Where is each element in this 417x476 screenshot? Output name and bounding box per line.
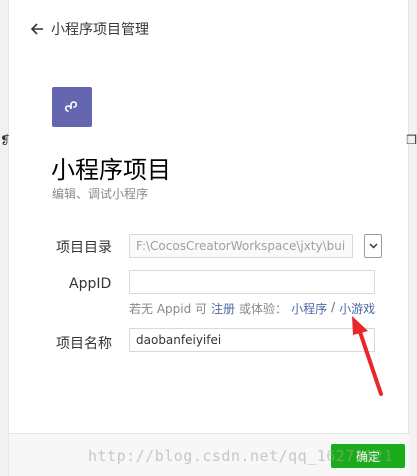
back-link[interactable]: 小程序项目管理 [31,19,149,39]
chevron-down-icon [368,243,378,249]
minigame-link[interactable]: 小游戏 [339,300,375,317]
arrow-left-icon [31,23,43,35]
hint-middle: 或体验： [239,302,288,316]
hint-separator: / [331,300,336,314]
project-dialog: 小程序项目管理 小程序项目 编辑、调试小程序 项目目录 AppID 若无 App… [8,0,410,476]
appid-label: AppID [69,276,112,292]
watermark: http://blog.csdn.net/qq_16271121 [88,447,393,465]
register-link[interactable]: 注册 [211,300,235,317]
dir-dropdown-button[interactable] [364,234,382,258]
project-name-input[interactable] [129,328,375,352]
page-title: 小程序项目 [51,156,171,184]
right-edge-mark: ❒ [406,133,417,147]
left-edge-mark: ❡ [0,133,11,147]
appid-hint: 若无 Appid 可 注册 或体验： 小程序 / 小游戏 [129,300,375,317]
miniprogram-logo-icon [52,87,92,127]
page-subtitle: 编辑、调试小程序 [52,187,149,201]
project-dir-label: 项目目录 [56,240,112,256]
back-label: 小程序项目管理 [51,22,149,38]
appid-input[interactable] [129,270,375,294]
project-dir-input[interactable] [129,234,353,258]
miniprogram-link[interactable]: 小程序 [291,300,327,317]
project-name-label: 项目名称 [56,336,112,352]
hint-prefix: 若无 Appid 可 [129,302,208,316]
